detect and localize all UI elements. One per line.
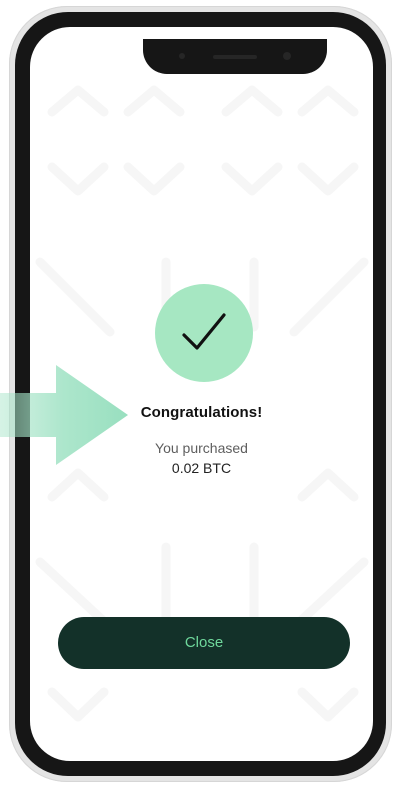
purchase-amount: 0.02 BTC — [171, 460, 232, 476]
phone-notch — [143, 39, 327, 74]
phone-screen: Congratulations! You purchased 0.02 BTC … — [30, 27, 373, 761]
checkmark-icon — [182, 313, 226, 350]
success-badge — [155, 284, 253, 382]
sensor-dot — [179, 53, 185, 59]
front-camera — [283, 52, 291, 60]
success-title: Congratulations! — [140, 404, 263, 421]
screenshot-stage: Congratulations! You purchased 0.02 BTC … — [0, 0, 395, 785]
speaker-grille — [213, 55, 257, 59]
close-button[interactable]: Close — [58, 617, 350, 669]
purchase-message: You purchased — [155, 440, 248, 456]
